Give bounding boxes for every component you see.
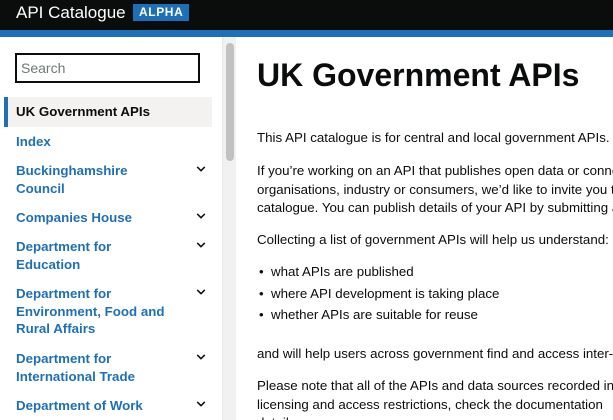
sidebar-item-department-of-work[interactable]: Department of Work [4,397,212,415]
sidebar-item-defra[interactable]: Department for Environment, Food and Rur… [4,285,212,338]
note-paragraph-line: Please note that all of the APIs and dat… [257,378,613,393]
note-paragraph-line: details [257,414,295,420]
sidebar-item-label: Department of Work [16,398,143,413]
site-header: API Catalogue ALPHA [0,0,613,30]
invite-paragraph-line: catalogue. You can publish details of yo… [257,200,613,215]
list-item: where API development is taking place [257,283,499,305]
intro-paragraph: This API catalogue is for central and lo… [257,130,610,145]
service-name-link[interactable]: API Catalogue [16,3,126,23]
page-title: UK Government APIs [257,57,580,93]
sidebar-item-label: Department for Environment, Food and Rur… [16,286,165,336]
list-item: what APIs are published [257,261,499,283]
sidebar-item-label: Companies House [16,210,133,225]
chevron-down-icon[interactable] [196,211,206,221]
chevron-down-icon[interactable] [196,287,206,297]
search-input[interactable] [15,53,200,83]
sidebar-item-index[interactable]: Index [4,133,212,151]
invite-paragraph-line: If you’re working on an API that publish… [257,163,613,178]
invite-paragraph-line: organisations, industry or consumers, we… [257,181,613,197]
sidebar-item-department-for-education[interactable]: Department for Education [4,238,212,273]
chevron-down-icon[interactable] [196,240,206,250]
sidebar-item-label: Department for Education [16,239,112,272]
sidebar-nav: UK Government APIs Index Buckinghamshire… [0,37,222,420]
sidebar-item-label: UK Government APIs [16,104,150,119]
sidebar-item-label: Buckinghamshire Council [16,163,128,196]
sidebar-item-label: Index [16,134,51,149]
understand-paragraph: Collecting a list of government APIs wil… [257,232,609,247]
phase-badge: ALPHA [133,4,190,21]
sidebar-item-department-for-international-trade[interactable]: Department for International Trade [4,350,212,385]
scrollbar-thumb[interactable] [226,43,234,161]
sidebar-item-uk-government-apis[interactable]: UK Government APIs [4,97,212,127]
benefits-list: what APIs are published where API develo… [257,261,499,326]
list-item: whether APIs are suitable for reuse [257,304,499,326]
note-paragraph-line: licensing and access restrictions, check… [257,396,603,412]
sidebar-scrollbar[interactable] [222,37,236,420]
sidebar-item-label: Department for International Trade [16,351,135,384]
chevron-down-icon[interactable] [196,352,206,362]
chevron-down-icon[interactable] [196,164,206,174]
sidebar-item-companies-house[interactable]: Companies House [4,209,212,227]
header-accent-bar [0,30,613,37]
chevron-down-icon[interactable] [196,399,206,409]
main-content: UK Government APIs This API catalogue is… [236,37,613,420]
access-paragraph: and will help users across government fi… [257,346,613,361]
sidebar-item-buckinghamshire-council[interactable]: Buckinghamshire Council [4,162,212,197]
